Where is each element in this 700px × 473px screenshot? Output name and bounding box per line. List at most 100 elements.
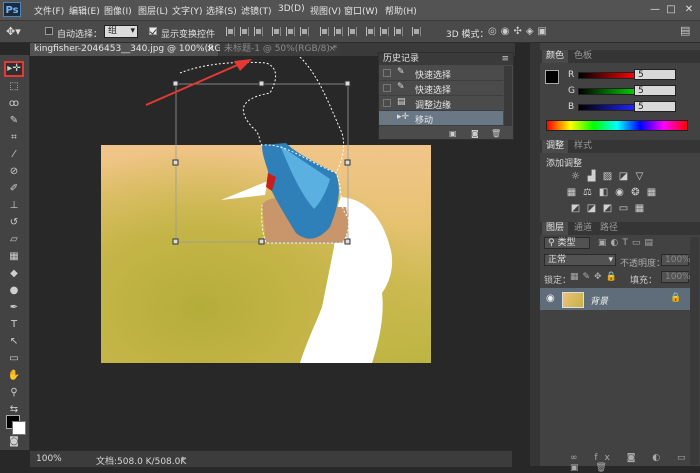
blur-tool-icon[interactable]: ◆ xyxy=(4,266,24,282)
menu-3d[interactable]: 3D(D) xyxy=(278,4,305,14)
layer-footer-icons[interactable]: ∞ fx ◙ ◐ ▭ ▣ 🗑 xyxy=(570,453,700,473)
tab-untitled[interactable]: 未标题-1 @ 50%(RGB/8) * × xyxy=(220,43,340,56)
color-spectrum-bar[interactable] xyxy=(546,120,688,131)
shape-tool-icon[interactable]: ▭ xyxy=(4,351,24,367)
zoom-level[interactable]: 100% xyxy=(36,454,62,464)
distribute-left-icon[interactable] xyxy=(366,27,375,36)
lasso-tool-icon[interactable]: ꝏ xyxy=(4,96,24,112)
curves-icon[interactable]: ▨ xyxy=(602,171,613,182)
history-item[interactable]: ▤ 调整边缘 xyxy=(379,96,503,111)
align-hcenter-icon[interactable] xyxy=(286,27,295,36)
brush-tool-icon[interactable]: ✐ xyxy=(4,181,24,197)
layer-row-background[interactable]: ◉ 背景 🔒 xyxy=(540,288,690,310)
history-item-selected[interactable]: ▸✛ 移动 xyxy=(379,111,503,126)
history-source-box[interactable] xyxy=(383,99,391,107)
eraser-tool-icon[interactable]: ▱ xyxy=(4,232,24,248)
red-value-input[interactable]: 5 xyxy=(634,69,676,80)
marquee-tool-icon[interactable]: ⬚ xyxy=(4,79,24,95)
move-tool-preset-icon[interactable]: ✥▾ xyxy=(6,25,21,38)
transform-handle[interactable] xyxy=(258,238,265,245)
menu-select[interactable]: 选择(S) xyxy=(206,4,237,17)
healing-brush-tool-icon[interactable]: ⊘ xyxy=(4,164,24,180)
opacity-input[interactable]: 100% xyxy=(661,254,691,266)
trash-icon[interactable]: 🗑 xyxy=(491,129,501,138)
tab-paths[interactable]: 路径 xyxy=(596,222,622,235)
vibrance-icon[interactable]: ▽ xyxy=(634,171,645,182)
tab-adjustments[interactable]: 调整 xyxy=(542,140,569,153)
gradient-tool-icon[interactable]: ▦ xyxy=(4,249,24,265)
close-icon[interactable]: × xyxy=(328,43,336,56)
menu-layer[interactable]: 图层(L) xyxy=(138,4,168,17)
transform-handle[interactable] xyxy=(172,159,179,166)
hue-saturation-icon[interactable]: ▦ xyxy=(566,187,577,198)
path-selection-tool-icon[interactable]: ↖ xyxy=(4,334,24,350)
crop-tool-icon[interactable]: ⌗ xyxy=(4,130,24,146)
layer-filter-dropdown[interactable]: ⚲ 类型 xyxy=(544,237,590,249)
channel-mixer-icon[interactable]: ❂ xyxy=(630,187,641,198)
levels-icon[interactable]: ▟ xyxy=(586,171,597,182)
blend-mode-dropdown[interactable]: 正常 ▾ xyxy=(544,254,616,266)
transform-handle[interactable] xyxy=(344,238,351,245)
color-foreground-swatch[interactable] xyxy=(545,70,559,84)
lock-icons[interactable]: ▦✎✥🔒 xyxy=(570,272,621,282)
tab-swatches[interactable]: 色板 xyxy=(570,50,596,63)
tab-layers[interactable]: 图层 xyxy=(542,222,569,235)
layer-filter-icons[interactable]: ▣◐T▭▤ xyxy=(598,238,657,248)
new-document-from-state-icon[interactable]: ▣ xyxy=(449,129,457,138)
transform-handle[interactable] xyxy=(344,159,351,166)
transform-handle[interactable] xyxy=(258,80,265,87)
menu-type[interactable]: 文字(Y) xyxy=(172,4,203,17)
history-item[interactable]: ✎ 快速选择 xyxy=(379,81,503,96)
close-window-button[interactable]: ✕ xyxy=(682,3,696,16)
menu-window[interactable]: 窗口(W) xyxy=(344,4,378,17)
distribute-hcenter-icon[interactable] xyxy=(380,27,389,36)
distribute-bottom-icon[interactable] xyxy=(348,27,357,36)
layer-name[interactable]: 背景 xyxy=(590,294,608,307)
tab-channels[interactable]: 通道 xyxy=(570,222,596,235)
blue-value-input[interactable]: 5 xyxy=(634,101,676,112)
background-color-swatch[interactable] xyxy=(12,421,26,435)
menu-help[interactable]: 帮助(H) xyxy=(385,4,417,17)
invert-icon[interactable]: ◩ xyxy=(570,203,581,214)
threshold-icon[interactable]: ◩ xyxy=(602,203,613,214)
photo-filter-icon[interactable]: ◉ xyxy=(614,187,625,198)
green-slider[interactable] xyxy=(578,88,635,95)
fill-input[interactable]: 100% xyxy=(661,271,691,283)
distribute-top-icon[interactable] xyxy=(320,27,329,36)
tab-kingfisher[interactable]: kingfisher-2046453__340.jpg @ 100%(RGB/8… xyxy=(30,43,255,56)
black-white-icon[interactable]: ◧ xyxy=(598,187,609,198)
zoom-tool-icon[interactable]: ⚲ xyxy=(4,385,24,401)
menu-file[interactable]: 文件(F) xyxy=(34,4,64,17)
history-source-box[interactable] xyxy=(383,84,391,92)
brightness-icon[interactable]: ☼ xyxy=(570,171,581,182)
color-balance-icon[interactable]: ⚖ xyxy=(582,187,593,198)
history-source-box[interactable] xyxy=(383,114,391,122)
pen-tool-icon[interactable]: ✒ xyxy=(4,300,24,316)
eye-icon[interactable]: ◉ xyxy=(546,293,555,304)
auto-select-dropdown[interactable]: 组 ▾ xyxy=(104,25,138,38)
align-bottom-icon[interactable] xyxy=(254,27,263,36)
posterize-icon[interactable]: ◪ xyxy=(586,203,597,214)
show-transform-checkbox[interactable] xyxy=(149,27,157,35)
history-panel-title[interactable]: 历史记录 xyxy=(379,53,513,65)
status-menu-arrow-icon[interactable]: ▸ xyxy=(182,454,187,464)
snapshot-icon[interactable]: ◙ xyxy=(471,129,479,138)
align-top-icon[interactable] xyxy=(226,27,235,36)
blue-slider[interactable] xyxy=(578,104,635,111)
dodge-tool-icon[interactable]: ● xyxy=(4,283,24,299)
auto-align-icon[interactable] xyxy=(412,27,421,36)
hand-tool-icon[interactable]: ✋ xyxy=(4,368,24,384)
color-lookup-icon[interactable]: ▦ xyxy=(646,187,657,198)
move-tool-icon[interactable]: ▸✛ xyxy=(4,61,24,77)
panel-dock-strip[interactable] xyxy=(530,43,540,466)
transform-handle[interactable] xyxy=(172,238,179,245)
selective-color-icon[interactable]: ▦ xyxy=(634,203,645,214)
history-scrollbar[interactable] xyxy=(504,66,512,126)
tab-color[interactable]: 颜色 xyxy=(542,50,569,63)
tab-styles[interactable]: 样式 xyxy=(570,140,596,153)
clone-stamp-tool-icon[interactable]: ⊥ xyxy=(4,198,24,214)
align-right-icon[interactable] xyxy=(300,27,309,36)
align-vcenter-icon[interactable] xyxy=(240,27,249,36)
menu-view[interactable]: 视图(V) xyxy=(310,4,341,17)
red-slider[interactable] xyxy=(578,72,635,79)
